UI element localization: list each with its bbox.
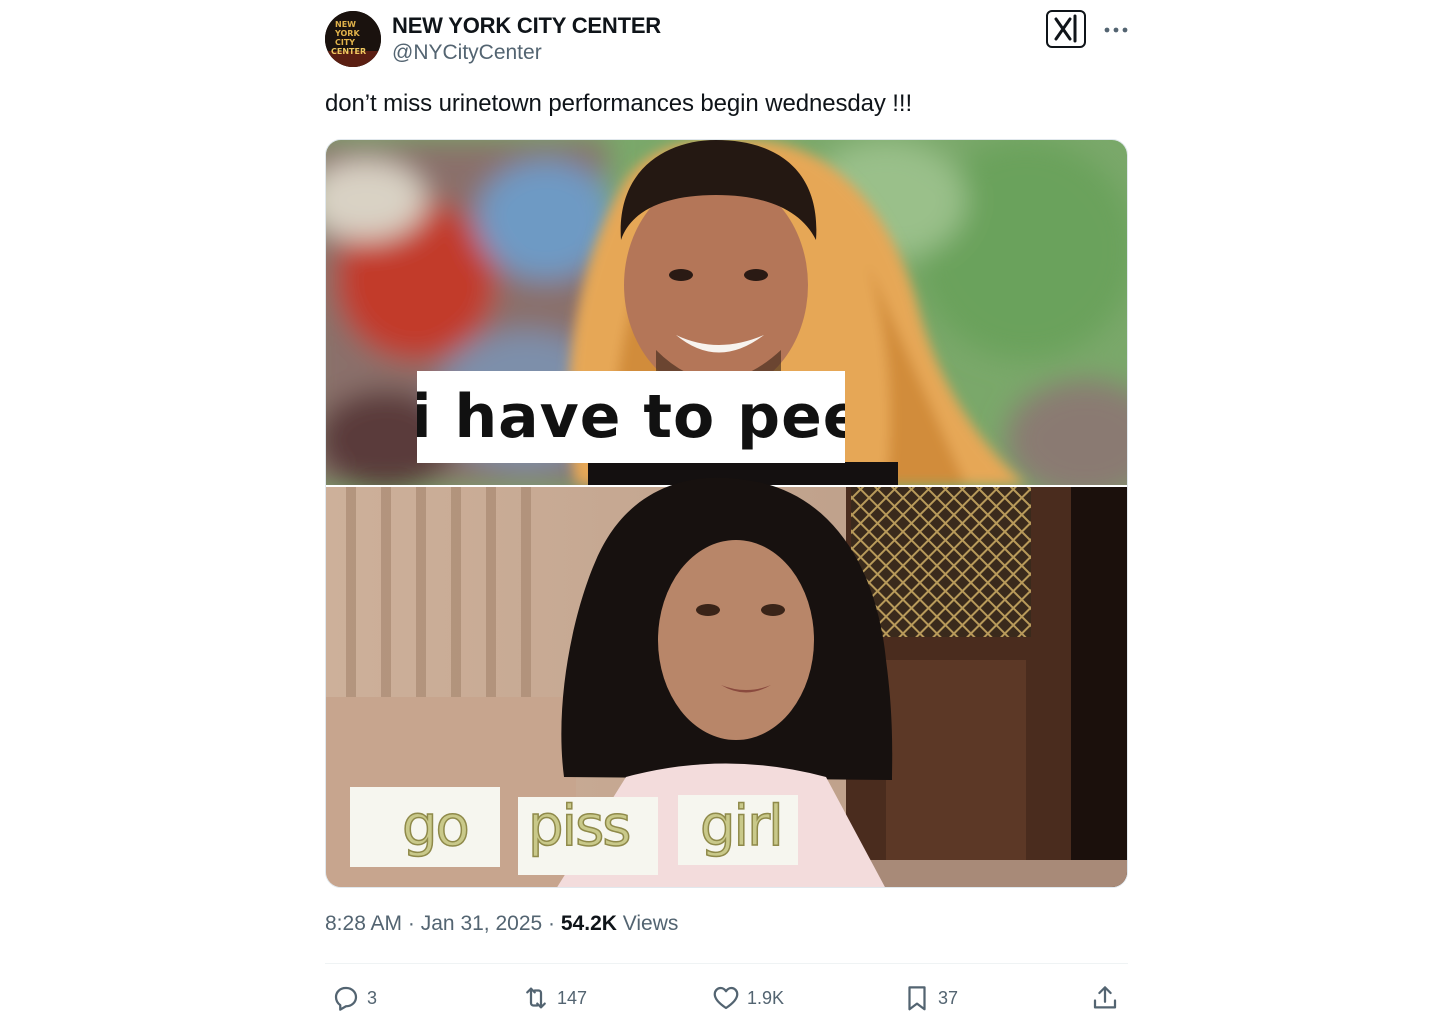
- repost-button[interactable]: 147: [521, 980, 587, 1016]
- avatar-text-1: NEW: [335, 20, 356, 29]
- tweet-text: don’t miss urinetown performances begin …: [325, 90, 913, 117]
- repost-icon: [526, 987, 546, 1009]
- city-center-logo: NEW YORK CITY CENTER: [325, 11, 381, 67]
- repost-count: 147: [557, 987, 588, 1008]
- reply-icon: [334, 986, 358, 1011]
- bookmark-count: 37: [938, 987, 959, 1008]
- bookmark-button[interactable]: 37: [902, 980, 958, 1016]
- bookmark-icon: [908, 986, 926, 1011]
- caption-word-girl: girl: [699, 793, 784, 860]
- divider: [325, 963, 1128, 964]
- tweet-meta: 8:28 AM · Jan 31, 2025 · 54.2K Views: [325, 912, 678, 936]
- tweet-date[interactable]: Jan 31, 2025: [421, 912, 542, 935]
- avatar[interactable]: NEW YORK CITY CENTER: [325, 11, 381, 67]
- tweet-time[interactable]: 8:28 AM: [325, 912, 402, 935]
- avatar-text-3: CITY: [335, 38, 355, 47]
- reply-count: 3: [367, 987, 378, 1008]
- heart-icon: [713, 986, 739, 1010]
- caption-word-go: go: [401, 793, 470, 860]
- avatar-text-4: CENTER: [331, 47, 366, 56]
- views-count: 54.2K: [560, 912, 617, 935]
- share-icon: [1093, 986, 1117, 1009]
- grok-button[interactable]: [1046, 10, 1086, 48]
- author-name[interactable]: NEW YORK CITY CENTER: [392, 13, 661, 39]
- avatar-text-2: YORK: [334, 29, 360, 38]
- tweet-image[interactable]: i have to pee go piss girl: [325, 139, 1128, 888]
- grok-icon: [1054, 14, 1077, 43]
- like-count: 1.9K: [747, 987, 785, 1008]
- meme-caption-top: i have to pee: [417, 371, 845, 463]
- like-button[interactable]: 1.9K: [711, 980, 784, 1016]
- action-bar: 3 147 1.9K 37: [325, 980, 1128, 1016]
- meta-separator: ·: [548, 912, 556, 935]
- meme-illustration: [326, 140, 1127, 887]
- author-handle[interactable]: @NYCityCenter: [392, 41, 542, 65]
- meta-separator: ·: [407, 912, 415, 935]
- more-button[interactable]: [1103, 14, 1129, 42]
- reply-button[interactable]: 3: [331, 980, 377, 1016]
- caption-word-piss: piss: [527, 793, 632, 860]
- more-icon: [1104, 27, 1128, 33]
- share-button[interactable]: [1090, 980, 1126, 1016]
- tweet: NEW YORK CITY CENTER NEW YORK CITY CENTE…: [325, 0, 1128, 1025]
- views-label: Views: [622, 912, 679, 935]
- meme-caption-bottom: go piss girl: [350, 787, 798, 875]
